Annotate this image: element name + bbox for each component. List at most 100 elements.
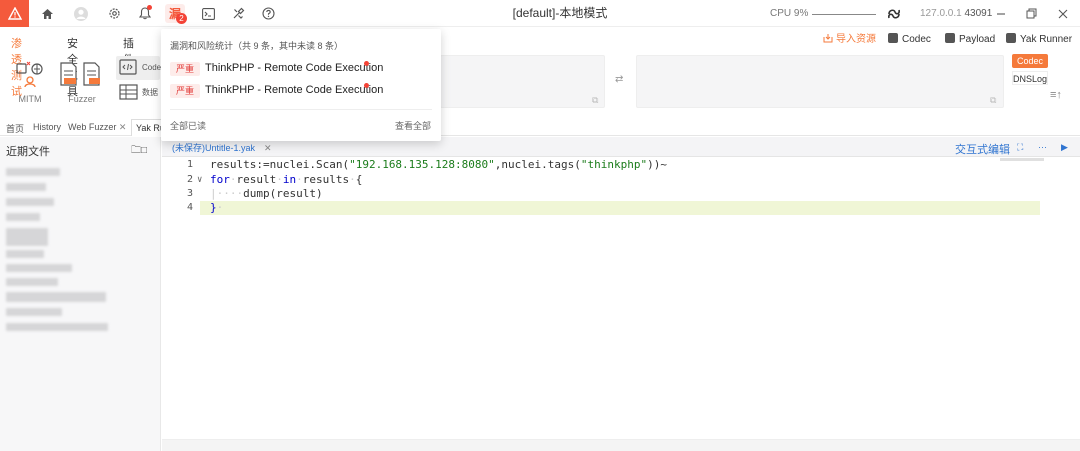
interactive-edit-button[interactable]: 交互式编辑 bbox=[955, 141, 1010, 157]
file-tab-label: (未保存)Untitle-1.yak bbox=[172, 143, 256, 153]
recent-file-item[interactable] bbox=[6, 198, 54, 206]
vuln-notification-dropdown: 漏洞和风险统计（共 9 条，其中未读 8 条） 严重 ThinkPHP - Re… bbox=[161, 29, 441, 141]
view-all-link[interactable]: 查看全部 bbox=[395, 119, 431, 132]
file-tab[interactable]: (未保存)Untitle-1.yak ✕ bbox=[172, 141, 272, 154]
data-tool-partial-label: 数据 bbox=[142, 88, 158, 97]
code-text: results:=nuclei.Scan("192.168.135.128:80… bbox=[210, 158, 667, 171]
codec-button[interactable]: Codec bbox=[888, 33, 931, 47]
user-icon[interactable] bbox=[71, 4, 91, 23]
recent-file-item[interactable] bbox=[6, 228, 48, 246]
line-number: 2 bbox=[186, 174, 193, 185]
close-tab-icon[interactable]: ✕ bbox=[119, 122, 127, 132]
cpu-sparkline bbox=[812, 14, 876, 15]
fuzzer-tool-button[interactable]: Fuzzer bbox=[56, 58, 108, 104]
fuzzer-label: Fuzzer bbox=[68, 94, 96, 104]
recent-file-item[interactable] bbox=[6, 308, 62, 316]
code-text: }· bbox=[210, 201, 224, 214]
help-icon[interactable] bbox=[258, 4, 278, 23]
close-file-icon[interactable]: ✕ bbox=[264, 143, 272, 153]
recent-file-item[interactable] bbox=[6, 278, 58, 286]
engine-status-icon[interactable] bbox=[884, 4, 904, 23]
data-tool-button[interactable]: 数据 bbox=[116, 84, 160, 104]
engine-ip: 127.0.0.1 bbox=[920, 8, 962, 19]
codec-input-box[interactable] bbox=[440, 55, 605, 108]
copy-input-icon[interactable]: ⧉ bbox=[592, 95, 598, 106]
vuln-item[interactable]: 严重 ThinkPHP - Remote Code Execution bbox=[170, 83, 432, 99]
mitm-label: MITM bbox=[18, 94, 42, 104]
yakit-logo-icon[interactable] bbox=[0, 0, 29, 27]
maximize-button[interactable] bbox=[1017, 0, 1045, 27]
codec-output-box[interactable] bbox=[636, 55, 1004, 108]
import-resource-button[interactable]: 导入资源 bbox=[823, 33, 876, 47]
unread-dot bbox=[364, 61, 369, 66]
codec-tool-icon bbox=[119, 59, 137, 75]
recent-file-item[interactable] bbox=[6, 213, 40, 221]
horizontal-scrollbar[interactable] bbox=[162, 439, 1080, 451]
fullscreen-icon[interactable]: ⛶ bbox=[1017, 142, 1023, 153]
recent-file-item[interactable] bbox=[6, 264, 72, 272]
data-tool-icon bbox=[119, 84, 138, 100]
line-number: 1 bbox=[186, 159, 193, 170]
bell-badge-dot bbox=[147, 5, 152, 10]
folder-icons[interactable]: 🗀□ bbox=[131, 143, 147, 160]
swap-icon[interactable]: ⇄ bbox=[615, 74, 623, 85]
vuln-count-badge: 2 bbox=[176, 13, 187, 24]
collapse-icon[interactable]: ≡↑ bbox=[1050, 89, 1062, 101]
title-bar: 漏 2 [default]-本地模式 CPU 9% 127.0.0.1 4309… bbox=[0, 0, 1080, 27]
code-text: for·result·in·results·{ bbox=[210, 173, 363, 186]
recent-file-item[interactable] bbox=[6, 168, 60, 176]
recent-file-item[interactable] bbox=[6, 292, 106, 302]
minimap[interactable] bbox=[1000, 158, 1044, 161]
fuzzer-icon bbox=[60, 62, 100, 86]
mitm-icon bbox=[16, 61, 43, 88]
page-tab-history[interactable]: History bbox=[33, 122, 61, 132]
dnslog-tag[interactable]: DNSLog bbox=[1012, 71, 1048, 85]
unread-dot bbox=[364, 83, 369, 88]
code-editor[interactable]: 1 results:=nuclei.Scan("192.168.135.128:… bbox=[162, 157, 1080, 439]
payload-button-label: Payload bbox=[959, 34, 996, 45]
page-tab-web-fuzzer[interactable]: Web Fuzzer ✕ bbox=[68, 122, 126, 133]
codec-tag[interactable]: Codec bbox=[1012, 54, 1048, 68]
yak-runner-icon bbox=[1006, 33, 1016, 43]
codec-tool-button[interactable]: Codec bbox=[116, 56, 165, 80]
code-text: |····dump(result) bbox=[210, 187, 323, 200]
recent-file-item[interactable] bbox=[6, 250, 44, 258]
import-icon bbox=[823, 34, 833, 43]
code-line: 2 ∨ for·result·in·results·{ bbox=[162, 173, 1080, 187]
close-button[interactable] bbox=[1049, 0, 1077, 27]
bell-icon[interactable] bbox=[135, 4, 155, 23]
code-line: 1 results:=nuclei.Scan("192.168.135.128:… bbox=[162, 158, 1080, 172]
engine-address: 127.0.0.1 43091 bbox=[920, 0, 992, 27]
line-number: 4 bbox=[186, 202, 193, 213]
mitm-tool-button[interactable]: MITM bbox=[10, 58, 50, 104]
line-number: 3 bbox=[186, 188, 193, 199]
more-icon[interactable]: ··· bbox=[1038, 142, 1047, 152]
vuln-title: ThinkPHP - Remote Code Execution bbox=[205, 84, 384, 96]
severity-badge: 严重 bbox=[170, 62, 201, 76]
severity-badge: 严重 bbox=[170, 84, 201, 98]
recent-file-item[interactable] bbox=[6, 183, 46, 191]
tools-icon[interactable] bbox=[228, 4, 248, 23]
vuln-item[interactable]: 严重 ThinkPHP - Remote Code Execution bbox=[170, 61, 432, 77]
recent-file-item[interactable] bbox=[6, 323, 108, 331]
codec-icon bbox=[888, 33, 898, 43]
vuln-title: ThinkPHP - Remote Code Execution bbox=[205, 62, 384, 74]
code-line: 4 }· bbox=[162, 201, 1080, 215]
page-tab-home[interactable]: 首页 bbox=[6, 122, 24, 135]
fold-chevron-icon[interactable]: ∨ bbox=[197, 173, 202, 187]
recent-files-panel: 近期文件 🗀□ bbox=[0, 137, 161, 451]
code-line: 3 |····dump(result) bbox=[162, 187, 1080, 201]
dropdown-divider bbox=[170, 109, 432, 110]
terminal-icon[interactable] bbox=[198, 4, 218, 23]
vuln-alert-icon[interactable]: 漏 2 bbox=[165, 4, 187, 24]
copy-output-icon[interactable]: ⧉ bbox=[990, 95, 996, 106]
home-icon[interactable] bbox=[37, 4, 57, 23]
settings-icon[interactable] bbox=[104, 4, 124, 23]
yak-runner-button[interactable]: Yak Runner bbox=[1006, 33, 1072, 47]
import-resource-label: 导入资源 bbox=[836, 34, 876, 45]
mark-all-read-link[interactable]: 全部已读 bbox=[170, 119, 206, 132]
yak-runner-button-label: Yak Runner bbox=[1020, 34, 1073, 45]
minimize-button[interactable] bbox=[987, 0, 1015, 27]
payload-button[interactable]: Payload bbox=[945, 33, 995, 47]
run-icon[interactable]: ▶ bbox=[1061, 142, 1068, 153]
